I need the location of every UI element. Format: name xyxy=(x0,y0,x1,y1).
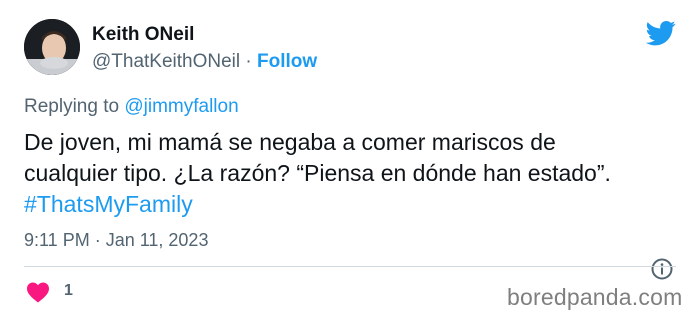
avatar-photo xyxy=(24,19,80,75)
tweet-text-line-1: De joven, mi mamá se negaba a comer mari… xyxy=(24,129,556,155)
watermark: boredpanda.com xyxy=(507,284,683,310)
author-handle-row: @ThatKeithONeil · Follow xyxy=(92,51,317,73)
divider xyxy=(24,266,676,267)
hashtag-link[interactable]: #ThatsMyFamily xyxy=(24,189,684,220)
author-handle[interactable]: @ThatKeithONeil xyxy=(92,51,240,72)
follow-button[interactable]: Follow xyxy=(257,51,317,72)
tweet-time[interactable]: 9:11 PM xyxy=(24,230,90,250)
author-display-name[interactable]: Keith ONeil xyxy=(92,24,194,46)
handle-separator: · xyxy=(240,51,258,72)
reply-mention-link[interactable]: @jimmyfallon xyxy=(124,96,238,117)
tweet-text-line-2: cualquier tipo. ¿La razón? “Piensa en dó… xyxy=(24,160,611,186)
info-icon[interactable] xyxy=(650,257,674,281)
like-count: 1 xyxy=(64,282,73,299)
tweet-timestamp[interactable]: 9:11 PM · Jan 11, 2023 xyxy=(24,230,208,251)
avatar[interactable] xyxy=(24,19,80,75)
twitter-bird-icon[interactable] xyxy=(644,18,678,48)
tweet-text: De joven, mi mamá se negaba a comer mari… xyxy=(24,127,684,220)
replying-prefix: Replying to xyxy=(24,96,125,117)
tweet-date[interactable]: Jan 11, 2023 xyxy=(106,230,209,250)
replying-to: Replying to @jimmyfallon xyxy=(24,96,239,118)
heart-icon[interactable] xyxy=(26,281,50,303)
timestamp-separator: · xyxy=(89,230,106,250)
